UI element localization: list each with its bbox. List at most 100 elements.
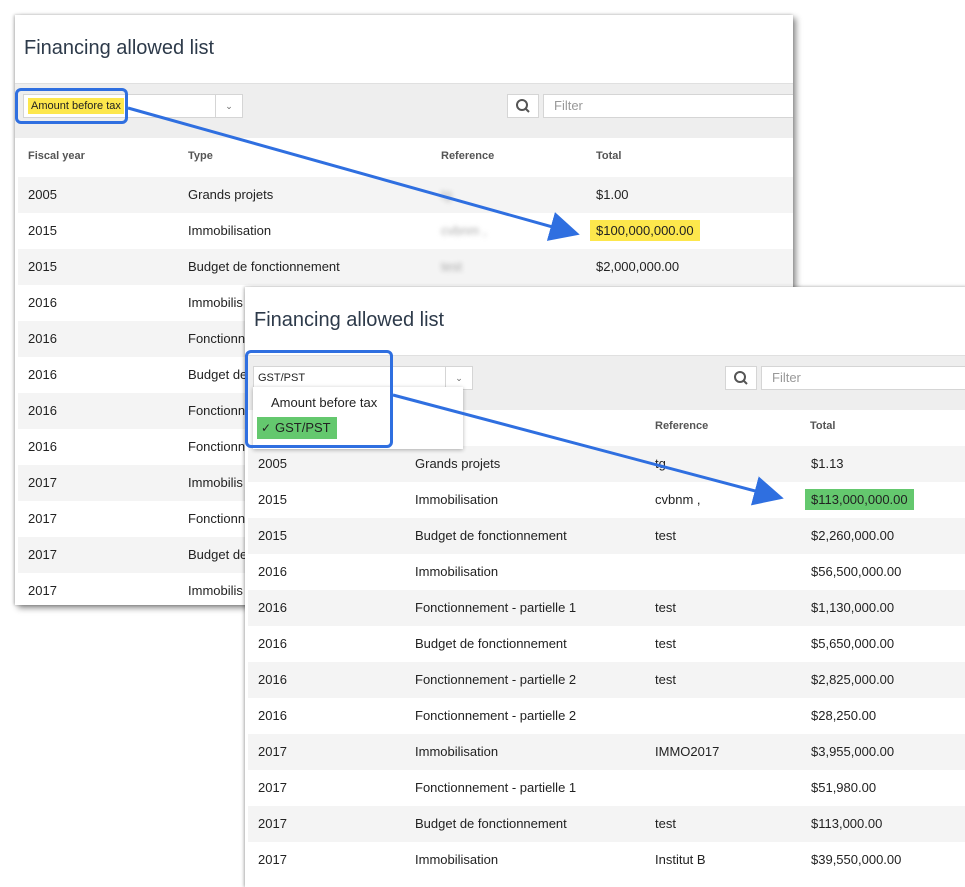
- cell-type: Immobilis: [188, 295, 243, 310]
- cell-total: $2,000,000.00: [596, 259, 680, 274]
- cell-type: Immobilisation: [415, 492, 499, 507]
- table-row[interactable]: 2015 Immobilisation cvbnm , $100,000,000.00: [18, 213, 793, 249]
- cell-total: $1,130,000.00: [811, 600, 895, 615]
- cell-year: 2005: [28, 187, 57, 202]
- cell-total: $2,260,000.00: [811, 528, 895, 543]
- search-button[interactable]: [507, 94, 539, 118]
- cell-year: 2015: [258, 528, 287, 543]
- column-header-reference[interactable]: Reference: [441, 150, 494, 162]
- search-icon: [734, 371, 748, 385]
- column-header-fiscal-year[interactable]: Fiscal year: [28, 150, 85, 162]
- table-row[interactable]: 2015 Immobilisation cvbnm , $113,000,000.00: [248, 482, 965, 518]
- cell-type: Budget de: [188, 367, 248, 382]
- cell-reference: test: [655, 636, 676, 651]
- callout-box-amount-before-tax: [15, 88, 128, 124]
- cell-total: $28,250.00: [811, 708, 877, 723]
- cell-type: Budget de: [188, 547, 248, 562]
- cell-year: 2016: [258, 564, 287, 579]
- cell-year: 2017: [258, 816, 287, 831]
- cell-type: Immobilis: [188, 475, 243, 490]
- cell-type: Budget de fonctionnement: [415, 528, 567, 543]
- cell-total: $1.00: [596, 187, 629, 202]
- cell-type: Budget de fonctionnement: [415, 636, 567, 651]
- cell-type: Fonctionnement - partielle 1: [415, 600, 577, 615]
- cell-reference: IMMO2017: [655, 744, 720, 759]
- callout-box-gst-pst: [245, 350, 393, 448]
- cell-reference: cvbnm ,: [441, 223, 487, 238]
- cell-type: Immobilis: [188, 583, 243, 598]
- cell-type: Budget de fonctionnement: [415, 816, 567, 831]
- cell-reference: test: [655, 816, 676, 831]
- cell-total: $1.13: [811, 456, 844, 471]
- column-header-total[interactable]: Total: [596, 150, 621, 162]
- cell-year: 2017: [258, 744, 287, 759]
- table-row[interactable]: 2015 Budget de fonctionnement test $2,260,0…: [248, 518, 965, 554]
- table-row[interactable]: 2005 Grands projets tg $1.13: [248, 446, 965, 482]
- filter-input[interactable]: Filter: [761, 366, 965, 390]
- cell-reference: Institut B: [655, 852, 706, 867]
- cell-reference: test: [655, 600, 676, 615]
- cell-type: Grands projets: [188, 187, 274, 202]
- cell-year: 2005: [258, 456, 287, 471]
- table-row[interactable]: 2005 Grands projets tg $1.00: [18, 177, 793, 213]
- cell-total: $3,955,000.00: [811, 744, 895, 759]
- cell-reference: tg: [655, 456, 666, 471]
- cell-type: Immobilisation: [415, 744, 499, 759]
- cell-total: $5,650,000.00: [811, 636, 895, 651]
- cell-type: Budget de fonctionnement: [188, 259, 340, 274]
- cell-year: 2017: [28, 475, 57, 490]
- cell-reference: test: [655, 528, 676, 543]
- cell-year: 2016: [28, 367, 57, 382]
- cell-year: 2015: [28, 259, 57, 274]
- chevron-down-icon[interactable]: ⌄: [445, 367, 472, 389]
- table-row[interactable]: 2016 Fonctionnement - partielle 2 $28,250.…: [248, 698, 965, 734]
- cell-total: $39,550,000.00: [811, 852, 902, 867]
- cell-year: 2017: [28, 583, 57, 598]
- cell-year: 2016: [258, 672, 287, 687]
- table-row[interactable]: 2015 Budget de fonctionnement test $2,000,0…: [18, 249, 793, 285]
- cell-type: Fonctionnement - partielle 2: [415, 708, 577, 723]
- table-row[interactable]: 2017 Fonctionnement - partielle 1 $51,980.…: [248, 770, 965, 806]
- column-header-total[interactable]: Total: [810, 420, 835, 432]
- cell-year: 2016: [258, 600, 287, 615]
- page-title: Financing allowed list: [24, 37, 215, 59]
- search-button[interactable]: [725, 366, 757, 390]
- cell-year: 2015: [28, 223, 57, 238]
- cell-year: 2015: [258, 492, 287, 507]
- column-header-reference[interactable]: Reference: [655, 420, 708, 432]
- cell-total: $56,500,000.00: [811, 564, 902, 579]
- column-header-type[interactable]: Type: [188, 150, 213, 162]
- cell-total: $113,000,000.00: [805, 482, 914, 518]
- cell-total: $113,000.00: [811, 816, 883, 831]
- toolbar: Amount before tax ⌄ Filter: [15, 83, 793, 138]
- table-row[interactable]: 2016 Immobilisation $56,500,000.00: [248, 554, 965, 590]
- cell-year: 2017: [258, 780, 287, 795]
- table-row[interactable]: 2016 Budget de fonctionnement test $5,650,0…: [248, 626, 965, 662]
- table-row[interactable]: 2017 Immobilisation IMMO2017 $3,955,000.00: [248, 734, 965, 770]
- cell-year: 2016: [258, 636, 287, 651]
- cell-year: 2017: [258, 852, 287, 867]
- cell-year: 2016: [28, 439, 57, 454]
- cell-total: $2,825,000.00: [811, 672, 895, 687]
- table-row[interactable]: 2017 Immobilisation Institut B $39,550,000.…: [248, 842, 965, 878]
- filter-input[interactable]: Filter: [543, 94, 793, 118]
- cell-reference: cvbnm ,: [655, 492, 701, 507]
- table-row[interactable]: 2016 Fonctionnement - partielle 2 test $2,8…: [248, 662, 965, 698]
- table-row[interactable]: 2016 Fonctionnement - partielle 1 test $1,1…: [248, 590, 965, 626]
- cell-year: 2017: [28, 547, 57, 562]
- chevron-down-icon[interactable]: ⌄: [215, 95, 242, 117]
- search-icon: [516, 99, 530, 113]
- cell-year: 2016: [28, 295, 57, 310]
- table-row[interactable]: 2017 Budget de fonctionnement test $113,000…: [248, 806, 965, 842]
- cell-type: Immobilisation: [188, 223, 272, 238]
- cell-type: Immobilisation: [415, 852, 499, 867]
- cell-year: 2016: [258, 708, 287, 723]
- cell-reference: test: [655, 672, 676, 687]
- cell-total: $100,000,000.00: [590, 213, 700, 249]
- cell-reference: tg: [441, 187, 452, 202]
- cell-year: 2017: [28, 511, 57, 526]
- cell-year: 2016: [28, 331, 57, 346]
- cell-type: Fonctionnement - partielle 1: [415, 780, 577, 795]
- cell-type: Fonctionnement - partielle 2: [415, 672, 577, 687]
- cell-type: Grands projets: [415, 456, 501, 471]
